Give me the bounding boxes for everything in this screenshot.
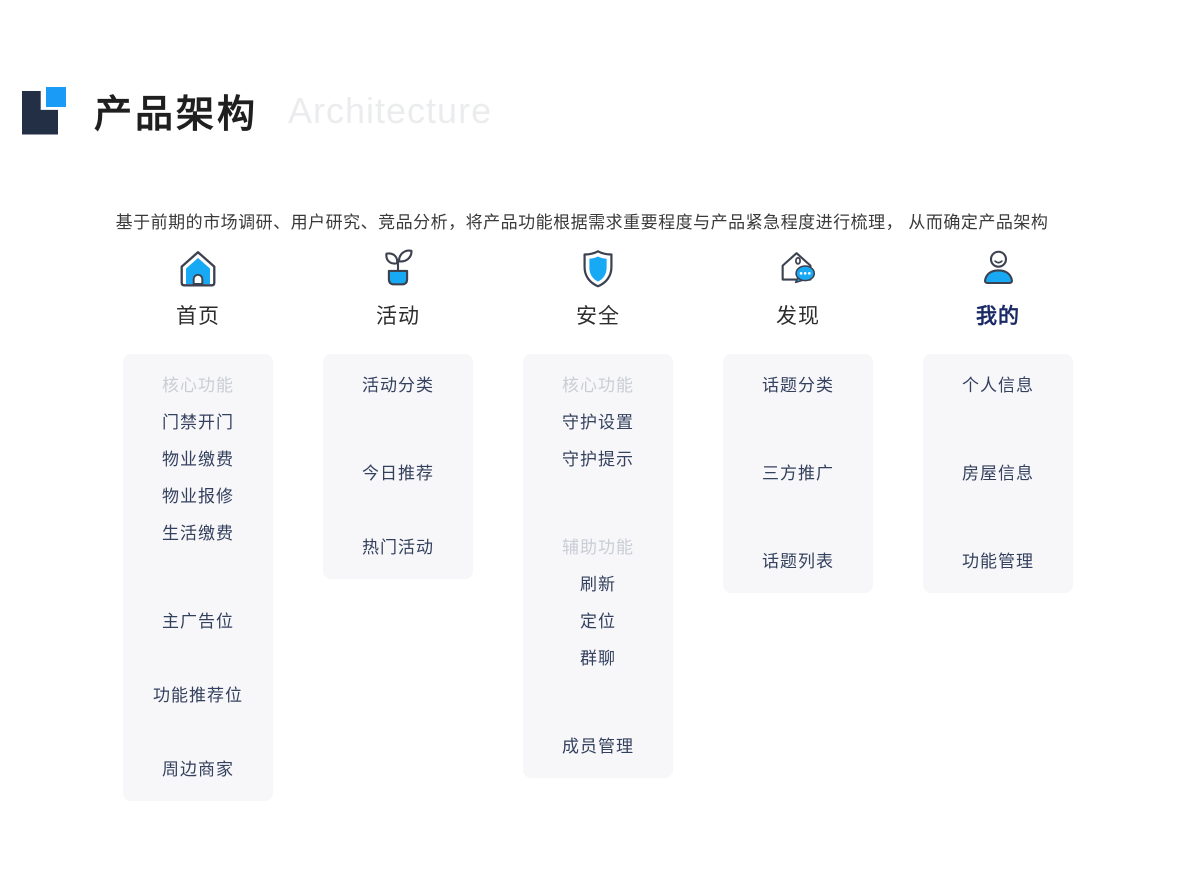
shield-icon: [575, 246, 621, 292]
feature-item: 话题分类: [762, 376, 834, 395]
feature-item: 活动分类: [362, 376, 434, 395]
page-title: 产品架构: [94, 94, 259, 136]
card-security: 核心功能守护设置守护提示辅助功能刷新定位群聊成员管理: [523, 354, 673, 778]
page-subtitle-en: Architecture: [288, 89, 493, 131]
feature-item: 话题列表: [762, 552, 834, 571]
feature-item: 物业报修: [162, 487, 234, 506]
feature-item: 生活缴费: [162, 524, 234, 543]
feature-item: 功能推荐位: [153, 686, 243, 705]
feature-item: 个人信息: [962, 376, 1034, 395]
column-label: 首页: [176, 305, 220, 328]
group-label: 核心功能: [562, 376, 634, 395]
feature-item: 定位: [580, 612, 616, 631]
group-label: 核心功能: [162, 376, 234, 395]
feature-item: 守护提示: [562, 450, 634, 469]
person-icon: [975, 246, 1021, 292]
column-security: 安全 核心功能守护设置守护提示辅助功能刷新定位群聊成员管理: [523, 246, 673, 801]
card-discover: 话题分类三方推广话题列表: [723, 354, 873, 593]
column-label: 安全: [576, 305, 620, 328]
column-activity: 活动 活动分类今日推荐热门活动: [323, 246, 473, 801]
column-label: 我的: [976, 305, 1020, 328]
feature-item: 守护设置: [562, 413, 634, 432]
column-label: 活动: [376, 305, 420, 328]
group-label: 辅助功能: [562, 538, 634, 557]
column-label: 发现: [776, 305, 820, 328]
feature-item: 物业缴费: [162, 450, 234, 469]
feature-item: 三方推广: [762, 464, 834, 483]
feature-item: 功能管理: [962, 552, 1034, 571]
feature-item: 房屋信息: [962, 464, 1034, 483]
feature-item: 群聊: [580, 649, 616, 668]
card-activity: 活动分类今日推荐热门活动: [323, 354, 473, 579]
column-discover: 发现 话题分类三方推广话题列表: [723, 246, 873, 801]
brand-logo: [22, 86, 68, 135]
feature-item: 门禁开门: [162, 413, 234, 432]
description-text: 基于前期的市场调研、用户研究、竞品分析，将产品功能根据需求重要程度与产品紧急程度…: [115, 213, 1049, 232]
column-home: 首页 核心功能门禁开门物业缴费物业报修生活缴费主广告位功能推荐位周边商家: [123, 246, 273, 801]
architecture-columns: 首页 核心功能门禁开门物业缴费物业报修生活缴费主广告位功能推荐位周边商家 活动 …: [123, 246, 1073, 801]
feature-item: 今日推荐: [362, 464, 434, 483]
feature-item: 热门活动: [362, 538, 434, 557]
column-mine: 我的 个人信息房屋信息功能管理: [923, 246, 1073, 801]
feature-item: 主广告位: [162, 612, 234, 631]
feature-item: 成员管理: [562, 737, 634, 756]
feature-item: 刷新: [580, 575, 616, 594]
card-home: 核心功能门禁开门物业缴费物业报修生活缴费主广告位功能推荐位周边商家: [123, 354, 273, 801]
card-mine: 个人信息房屋信息功能管理: [923, 354, 1073, 593]
feature-item: 周边商家: [162, 760, 234, 779]
plant-icon: [375, 246, 421, 292]
slide-header: 产品架构 Architecture: [22, 83, 492, 138]
discover-icon: [775, 246, 821, 292]
home-icon: [175, 246, 221, 292]
logo-blue-square: [46, 86, 66, 107]
